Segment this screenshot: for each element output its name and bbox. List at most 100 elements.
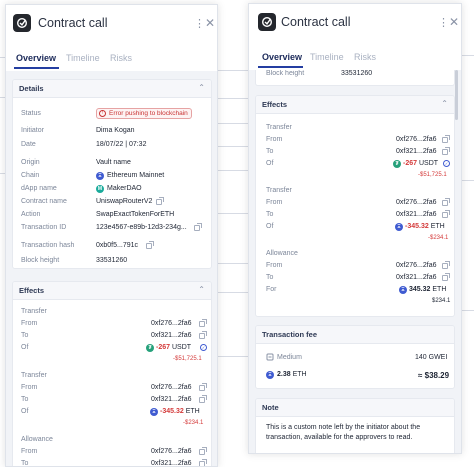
details-card: Details ⌃ Status ! Error pushing to bloc… bbox=[12, 79, 212, 269]
copy-from-icon[interactable] bbox=[442, 198, 450, 206]
transfer-1-to-label: To bbox=[21, 332, 29, 339]
allowance-to-address: 0xf321...2fa6 bbox=[396, 274, 437, 281]
effects-header[interactable]: Effects ⌃ bbox=[256, 96, 454, 114]
copy-to-icon[interactable] bbox=[199, 459, 207, 466]
effects-card: Effects ⌃ Transfer From 0xf276...2fa6 To… bbox=[12, 281, 212, 466]
note-header: Note bbox=[256, 399, 454, 417]
transfer-1-of-label: Of bbox=[21, 344, 29, 351]
transfer-2-from-address: 0xf276...2fa6 bbox=[396, 199, 437, 206]
transfer-1-from-label: From bbox=[266, 136, 283, 143]
copy-transaction-hash-icon[interactable] bbox=[146, 241, 154, 249]
copy-to-icon[interactable] bbox=[442, 147, 450, 155]
transaction-fee-title: Transaction fee bbox=[262, 330, 318, 339]
effects-card: Effects ⌃ Transfer From 0xf276...2fa6 To… bbox=[255, 95, 455, 317]
allowance-from-address: 0xf276...2fa6 bbox=[151, 448, 192, 455]
transfer-1-from-address: 0xf276...2fa6 bbox=[396, 136, 437, 143]
transfer-2-title: Transfer bbox=[266, 187, 292, 194]
panel-header: Contract call ⋮ ✕ bbox=[249, 4, 461, 41]
transfer-2-title: Transfer bbox=[21, 372, 47, 379]
details-header[interactable]: Details ⌃ bbox=[13, 80, 211, 98]
usdt-icon: ₮ bbox=[146, 344, 154, 352]
date-label: Date bbox=[21, 141, 36, 148]
chevron-up-icon[interactable]: ⌃ bbox=[441, 99, 448, 108]
more-options-icon[interactable]: ⋮ bbox=[438, 16, 449, 29]
copy-from-icon[interactable] bbox=[442, 261, 450, 269]
transaction-fee-card: Transaction fee Medium 140 GWEI Ξ 2.38 E… bbox=[255, 325, 455, 389]
copy-to-icon[interactable] bbox=[199, 331, 207, 339]
copy-from-icon[interactable] bbox=[199, 383, 207, 391]
copy-transaction-id-icon[interactable] bbox=[194, 223, 202, 231]
note-card: Note This is a custom note left by the i… bbox=[255, 398, 455, 453]
transfer-1-from-address: 0xf276...2fa6 bbox=[151, 320, 192, 327]
transfer-2-of-label: Of bbox=[266, 223, 274, 230]
transaction-fee-header: Transaction fee bbox=[256, 326, 454, 344]
transfer-2-amount: -345.32 ETH bbox=[160, 408, 200, 415]
allowance-title: Allowance bbox=[266, 250, 298, 257]
initiator-value: Dima Kogan bbox=[96, 127, 135, 134]
tab-overview[interactable]: Overview bbox=[16, 53, 56, 63]
action-value: SwapExactTokenForETH bbox=[96, 211, 175, 218]
effects-header[interactable]: Effects ⌃ bbox=[13, 282, 211, 300]
copy-from-icon[interactable] bbox=[199, 319, 207, 327]
chevron-up-icon[interactable]: ⌃ bbox=[198, 285, 205, 294]
tab-timeline[interactable]: Timeline bbox=[66, 53, 100, 63]
origin-label: Origin bbox=[21, 159, 40, 166]
block-height-label: Block height bbox=[21, 257, 60, 264]
eth-icon: Ξ bbox=[399, 286, 407, 294]
chain-value: Ethereum Mainnet bbox=[107, 172, 165, 179]
more-options-icon[interactable]: ⋮ bbox=[194, 17, 205, 30]
contract-call-panel-right: Contract call ⋮ ✕ Overview Timeline Risk… bbox=[248, 3, 462, 454]
transfer-2-fiat: -$234.1 bbox=[428, 235, 449, 241]
active-tab-indicator bbox=[14, 67, 59, 69]
app-logo-icon bbox=[258, 13, 276, 31]
panel-title: Contract call bbox=[281, 15, 351, 29]
details-card-tail: Block height 33531260 bbox=[255, 70, 455, 86]
block-height-label: Block height bbox=[266, 70, 305, 77]
panel-title: Contract call bbox=[38, 16, 108, 30]
transfer-1-fiat: -$51,725.1 bbox=[418, 172, 447, 178]
allowance-title: Allowance bbox=[21, 436, 53, 443]
transaction-hash-value: 0xb0f5...791c bbox=[96, 242, 139, 249]
allowance-from-address: 0xf276...2fa6 bbox=[396, 262, 437, 269]
tab-bar: Overview Timeline Risks bbox=[6, 45, 217, 71]
dapp-name-label: dApp name bbox=[21, 185, 57, 192]
transfer-1-amount: -267 USDT bbox=[403, 160, 439, 167]
allowance-to-label: To bbox=[266, 274, 274, 281]
tab-risks[interactable]: Risks bbox=[110, 53, 132, 63]
tab-risks[interactable]: Risks bbox=[354, 52, 376, 62]
status-badge: ! Error pushing to blockchain bbox=[96, 108, 192, 119]
scrollbar[interactable] bbox=[455, 70, 458, 120]
copy-to-icon[interactable] bbox=[442, 210, 450, 218]
error-icon: ! bbox=[99, 110, 106, 117]
copy-from-icon[interactable] bbox=[442, 135, 450, 143]
allowance-for-label: For bbox=[266, 286, 277, 293]
close-icon[interactable]: ✕ bbox=[449, 15, 459, 29]
copy-to-icon[interactable] bbox=[442, 273, 450, 281]
panel-body: Block height 33531260 Effects ⌃ Transfer… bbox=[249, 70, 461, 453]
copy-from-icon[interactable] bbox=[199, 447, 207, 455]
transfer-2-to-label: To bbox=[21, 396, 29, 403]
fee-speed: Medium bbox=[277, 354, 302, 361]
transaction-id-value: 123e4567-e89b-12d3-234g... bbox=[96, 224, 187, 231]
transfer-2-from-label: From bbox=[266, 199, 283, 206]
allowance-amount: 345.32 ETH bbox=[409, 286, 447, 293]
allowance-fiat: $234.1 bbox=[432, 298, 451, 304]
copy-contract-icon[interactable] bbox=[156, 197, 164, 205]
close-icon[interactable]: ✕ bbox=[205, 16, 215, 30]
chevron-up-icon[interactable]: ⌃ bbox=[198, 83, 205, 92]
copy-to-icon[interactable] bbox=[199, 395, 207, 403]
transfer-1-of-label: Of bbox=[266, 160, 274, 167]
block-height-value: 33531260 bbox=[341, 70, 373, 77]
contract-name-label: Contract name bbox=[21, 198, 67, 205]
transfer-2-to-label: To bbox=[266, 211, 274, 218]
dapp-name-value: MakerDAO bbox=[107, 185, 142, 192]
tab-overview[interactable]: Overview bbox=[262, 52, 302, 62]
chain-label: Chain bbox=[21, 172, 40, 179]
tab-timeline[interactable]: Timeline bbox=[310, 52, 344, 62]
panel-header: Contract call ⋮ ✕ bbox=[6, 5, 217, 42]
transfer-1-to-label: To bbox=[266, 148, 274, 155]
date-value: 18/07/22 | 07:32 bbox=[96, 141, 147, 148]
transfer-2-amount: -345.32 ETH bbox=[405, 223, 445, 230]
transfer-2-to-address: 0xf321...2fa6 bbox=[396, 211, 437, 218]
eth-icon: Ξ bbox=[266, 371, 274, 379]
